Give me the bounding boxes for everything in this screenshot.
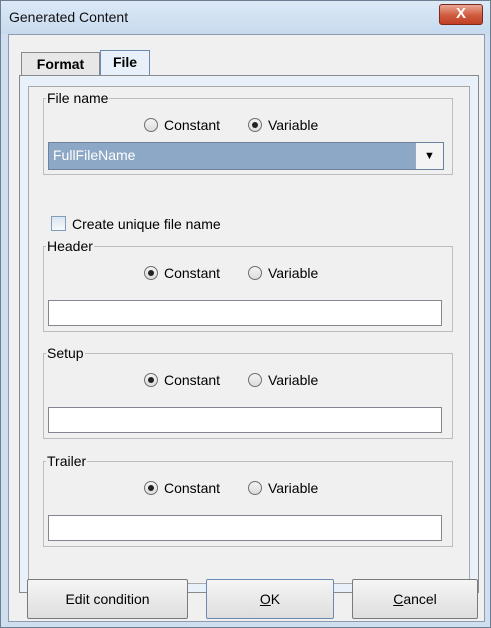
window-title: Generated Content [9,9,129,25]
chevron-down-icon[interactable]: ▼ [415,143,443,169]
setup-group: Setup Constant Variable [43,345,453,439]
tab-file[interactable]: File [100,50,150,75]
header-variable-radio[interactable]: Variable [247,265,319,282]
trailer-radio-group: Constant Variable [144,479,342,496]
trailer-legend: Trailer [47,453,87,469]
file-name-group: File name Constant Variable FullFileName… [43,90,453,175]
ok-label-rest: K [270,591,281,607]
close-icon: X [455,5,466,22]
trailer-constant-radio[interactable]: Constant [144,480,220,496]
radio-checked-icon [144,481,158,496]
radio-label: Constant [164,372,221,389]
radio-label: Constant [164,265,221,282]
cancel-mnemonic: C [393,591,404,607]
radio-unchecked-icon [247,481,262,496]
file-name-radio-group: Constant Variable [144,116,342,133]
file-name-combo[interactable]: FullFileName ▼ [48,142,444,170]
setup-radio-group: Constant Variable [144,371,342,388]
tab-format-label: Format [36,56,85,72]
radio-label: Constant [164,117,221,134]
ok-button[interactable]: OK [206,579,334,619]
tab-format[interactable]: Format [21,52,100,75]
setup-input[interactable] [48,407,442,433]
cancel-label-rest: ancel [403,591,437,607]
radio-checked-icon [247,118,262,133]
title-bar[interactable]: Generated Content X [1,1,490,34]
edit-condition-label: Edit condition [65,591,150,607]
header-radio-group: Constant Variable [144,264,342,281]
radio-label: Variable [267,480,319,497]
edit-condition-button[interactable]: Edit condition [27,579,188,619]
close-button[interactable]: X [439,4,483,25]
header-group: Header Constant Variable [43,238,453,332]
file-name-legend: File name [47,90,109,106]
radio-label: Variable [267,265,319,282]
file-name-constant-radio[interactable]: Constant [144,117,220,133]
create-unique-label: Create unique file name [72,216,221,232]
radio-label: Variable [267,372,319,389]
file-name-variable-radio[interactable]: Variable [247,117,319,134]
radio-checked-icon [144,373,158,388]
file-settings-panel: File name Constant Variable FullFileName… [28,86,470,584]
header-input[interactable] [48,300,442,326]
radio-label: Variable [267,117,319,134]
file-name-combo-value: FullFileName [53,147,136,163]
cancel-button[interactable]: Cancel [352,579,478,619]
radio-unchecked-icon [247,266,262,281]
trailer-variable-radio[interactable]: Variable [247,480,319,497]
radio-unchecked-icon [247,373,262,388]
trailer-group: Trailer Constant Variable [43,453,453,547]
setup-constant-radio[interactable]: Constant [144,372,220,388]
header-legend: Header [47,238,93,254]
trailer-input[interactable] [48,515,442,541]
radio-label: Constant [164,480,221,497]
header-constant-radio[interactable]: Constant [144,265,220,281]
dialog-window: Generated Content X Format File File nam… [0,0,491,628]
dialog-body: Format File File name Constant Variable … [8,34,485,622]
ok-mnemonic: O [259,591,271,607]
tab-panel-file: File name Constant Variable FullFileName… [19,75,479,593]
checkbox-unchecked-icon [51,216,66,231]
radio-unchecked-icon [144,118,158,133]
setup-legend: Setup [47,345,84,361]
radio-checked-icon [144,266,158,281]
tab-file-label: File [112,54,138,70]
create-unique-checkbox[interactable]: Create unique file name [51,216,221,232]
setup-variable-radio[interactable]: Variable [247,372,319,389]
